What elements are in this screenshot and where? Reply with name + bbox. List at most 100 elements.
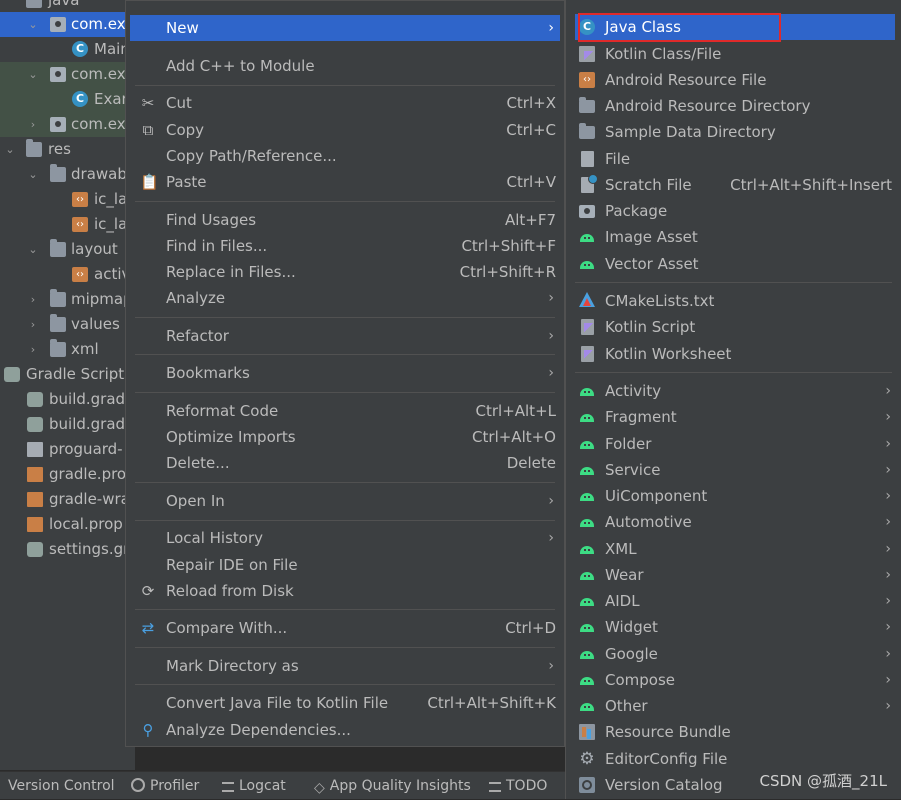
- paste-icon: 📋: [140, 173, 159, 191]
- chevron-down-icon[interactable]: ⌄: [27, 162, 39, 187]
- tree-row-res[interactable]: ⌄ res: [0, 137, 135, 162]
- gradle-icon: [27, 392, 43, 407]
- submenu-item-automotive[interactable]: Automotive ›: [575, 509, 895, 535]
- tree-row-example[interactable]: Exan: [0, 87, 135, 112]
- tree-row-local-properties[interactable]: local.prop: [0, 512, 135, 537]
- tree-row-gradle-wrapper[interactable]: gradle-wra: [0, 487, 135, 512]
- chevron-right-icon[interactable]: ›: [27, 287, 39, 312]
- chevron-right-icon[interactable]: ›: [27, 337, 39, 362]
- tree-row-gradle-properties[interactable]: gradle.pro: [0, 462, 135, 487]
- submenu-item-android-resource-directory[interactable]: Android Resource Directory: [575, 93, 895, 119]
- submenu-item-editorconfig[interactable]: ⚙ EditorConfig File: [575, 746, 895, 772]
- chevron-down-icon[interactable]: ⌄: [4, 137, 16, 162]
- submenu-item-service[interactable]: Service ›: [575, 457, 895, 483]
- tree-row-build-gradle[interactable]: build.grad: [0, 387, 135, 412]
- tree-row-ic-launcher[interactable]: ic_la: [0, 187, 135, 212]
- menu-item-reload-from-disk[interactable]: ⟳ Reload from Disk: [130, 578, 560, 604]
- tree-row-values[interactable]: › values: [0, 312, 135, 337]
- menu-item-find-usages[interactable]: Find Usages Alt+F7: [130, 207, 560, 233]
- submenu-item-scratch-file[interactable]: Scratch File Ctrl+Alt+Shift+Insert: [575, 172, 895, 198]
- menu-item-mark-directory[interactable]: Mark Directory as ›: [130, 653, 560, 679]
- submenu-item-resource-bundle[interactable]: Resource Bundle: [575, 719, 895, 745]
- menu-item-copy[interactable]: ⧉ Copy Ctrl+C: [130, 117, 560, 143]
- tree-row-proguard[interactable]: proguard-: [0, 437, 135, 462]
- tree-row-drawable[interactable]: ⌄ drawab: [0, 162, 135, 187]
- version-catalog-icon: [579, 777, 595, 793]
- menu-item-compare-with[interactable]: ⇄ Compare With... Ctrl+D: [130, 615, 560, 641]
- menu-item-convert-to-kotlin[interactable]: Convert Java File to Kotlin File Ctrl+Al…: [130, 690, 560, 716]
- app-quality-insights-tab[interactable]: ◇ App Quality Insights: [314, 772, 471, 800]
- submenu-item-compose[interactable]: Compose ›: [575, 667, 895, 693]
- submenu-item-folder[interactable]: Folder ›: [575, 431, 895, 457]
- submenu-item-fragment[interactable]: Fragment ›: [575, 404, 895, 430]
- android-icon: [579, 698, 595, 714]
- tree-row-settings-gradle[interactable]: settings.gr: [0, 537, 135, 562]
- submenu-item-activity[interactable]: Activity ›: [575, 378, 895, 404]
- submenu-item-android-resource-file[interactable]: Android Resource File: [575, 67, 895, 93]
- tree-row-mipmap[interactable]: › mipmap: [0, 287, 135, 312]
- properties-file-icon: [27, 517, 43, 532]
- chevron-right-icon: ›: [548, 658, 554, 674]
- reload-icon: ⟳: [141, 582, 155, 600]
- submenu-item-xml[interactable]: XML ›: [575, 536, 895, 562]
- menu-item-open-in[interactable]: Open In ›: [130, 488, 560, 514]
- tree-row-gradle-scripts[interactable]: Gradle Scripts: [0, 362, 135, 387]
- watermark: CSDN @孤酒_21L: [759, 772, 887, 790]
- submenu-item-image-asset[interactable]: Image Asset: [575, 224, 895, 250]
- android-icon: [579, 409, 595, 425]
- menu-item-paste[interactable]: 📋 Paste Ctrl+V: [130, 169, 560, 195]
- tree-row-activity[interactable]: activ: [0, 262, 135, 287]
- submenu-item-kotlin-script[interactable]: Kotlin Script: [575, 314, 895, 340]
- todo-tab[interactable]: TODO: [489, 772, 547, 800]
- menu-item-optimize-imports[interactable]: Optimize Imports Ctrl+Alt+O: [130, 424, 560, 450]
- chevron-right-icon[interactable]: ›: [27, 312, 39, 337]
- tree-row-ic-launcher[interactable]: ic_la: [0, 212, 135, 237]
- chevron-right-icon[interactable]: ›: [27, 112, 39, 137]
- chevron-down-icon[interactable]: ⌄: [27, 12, 39, 37]
- logcat-tab[interactable]: Logcat: [222, 772, 286, 800]
- menu-item-add-cpp[interactable]: Add C++ to Module: [130, 53, 560, 79]
- submenu-item-other[interactable]: Other ›: [575, 693, 895, 719]
- tree-row-package[interactable]: ⌄ com.ex: [0, 12, 135, 37]
- menu-item-find-in-files[interactable]: Find in Files... Ctrl+Shift+F: [130, 233, 560, 259]
- menu-item-replace-in-files[interactable]: Replace in Files... Ctrl+Shift+R: [130, 259, 560, 285]
- tree-row-package[interactable]: › com.ex: [0, 112, 135, 137]
- profiler-tab[interactable]: Profiler: [131, 772, 199, 800]
- chevron-down-icon[interactable]: ⌄: [27, 237, 39, 262]
- menu-item-copy-path[interactable]: Copy Path/Reference...: [130, 143, 560, 169]
- submenu-item-aidl[interactable]: AIDL ›: [575, 588, 895, 614]
- submenu-item-widget[interactable]: Widget ›: [575, 614, 895, 640]
- tree-row-layout[interactable]: ⌄ layout: [0, 237, 135, 262]
- gear-icon: ⚙: [579, 749, 595, 769]
- tree-row-package[interactable]: ⌄ com.ex: [0, 62, 135, 87]
- menu-item-cut[interactable]: ✂ Cut Ctrl+X: [130, 90, 560, 116]
- submenu-item-file[interactable]: File: [575, 146, 895, 172]
- menu-item-bookmarks[interactable]: Bookmarks ›: [130, 360, 560, 386]
- menu-item-refactor[interactable]: Refactor ›: [130, 323, 560, 349]
- submenu-item-cmakelists[interactable]: CMakeLists.txt: [575, 288, 895, 314]
- submenu-item-sample-data-directory[interactable]: Sample Data Directory: [575, 119, 895, 145]
- menu-item-reformat-code[interactable]: Reformat Code Ctrl+Alt+L: [130, 398, 560, 424]
- tree-row-main[interactable]: Main: [0, 37, 135, 62]
- tree-row-build-gradle[interactable]: build.grad: [0, 412, 135, 437]
- menu-item-repair-ide[interactable]: Repair IDE on File: [130, 552, 560, 578]
- submenu-item-kotlin-class[interactable]: Kotlin Class/File: [575, 41, 895, 67]
- version-control-tab[interactable]: Version Control: [8, 772, 115, 800]
- submenu-item-wear[interactable]: Wear ›: [575, 562, 895, 588]
- submenu-item-package[interactable]: Package: [575, 198, 895, 224]
- submenu-item-vector-asset[interactable]: Vector Asset: [575, 251, 895, 277]
- menu-item-analyze[interactable]: Analyze ›: [130, 285, 560, 311]
- submenu-item-kotlin-worksheet[interactable]: Kotlin Worksheet: [575, 341, 895, 367]
- submenu-item-google[interactable]: Google ›: [575, 641, 895, 667]
- chevron-down-icon[interactable]: ⌄: [27, 62, 39, 87]
- chevron-right-icon: ›: [548, 20, 554, 36]
- resource-file-icon: [579, 72, 595, 88]
- menu-item-delete[interactable]: Delete... Delete: [130, 450, 560, 476]
- menu-item-new[interactable]: New ›: [130, 15, 560, 41]
- tree-row-xml[interactable]: › xml: [0, 337, 135, 362]
- menu-item-analyze-dependencies[interactable]: ⚲ Analyze Dependencies...: [130, 717, 560, 743]
- menu-item-local-history[interactable]: Local History ›: [130, 525, 560, 551]
- submenu-item-uicomponent[interactable]: UiComponent ›: [575, 483, 895, 509]
- submenu-item-java-class[interactable]: Java Class: [575, 14, 895, 40]
- package-icon: [579, 205, 595, 218]
